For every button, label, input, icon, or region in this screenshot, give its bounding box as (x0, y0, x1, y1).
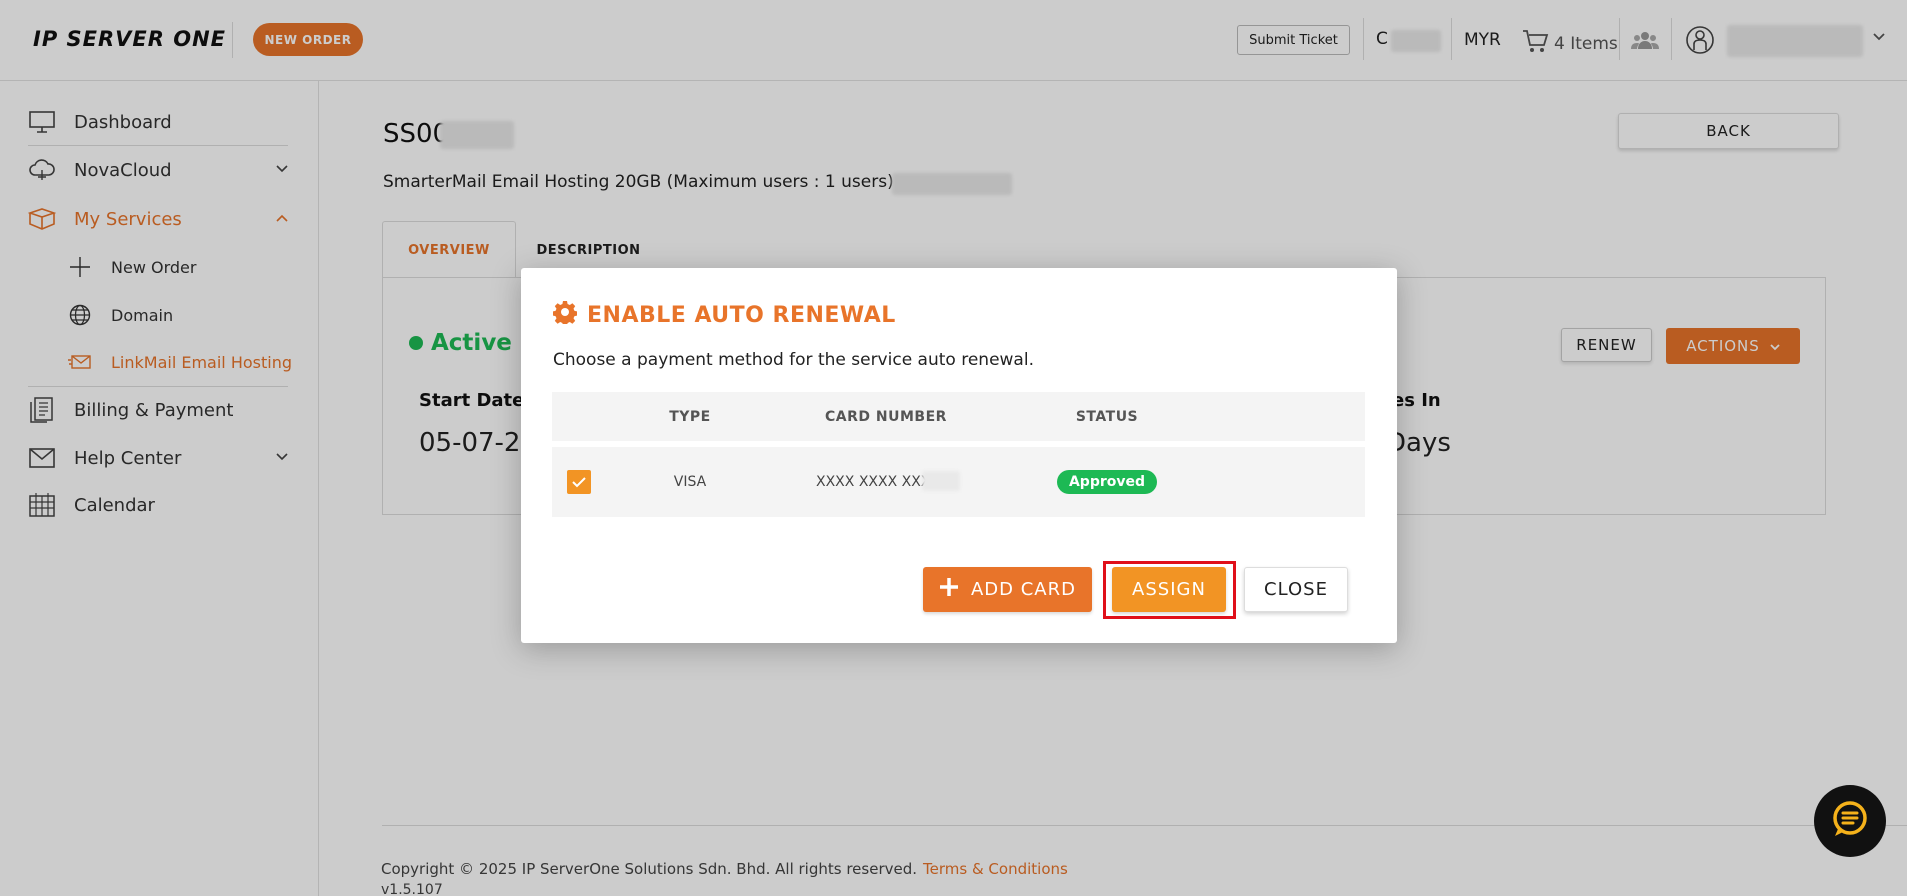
column-header-type: TYPE (669, 408, 711, 425)
close-button[interactable]: CLOSE (1244, 567, 1348, 612)
table-row[interactable]: VISA XXXX XXXX XXXX Approved (552, 447, 1365, 517)
card-status: Approved (1032, 447, 1182, 517)
checkmark-icon (572, 476, 586, 487)
modal-subtitle: Choose a payment method for the service … (553, 350, 1034, 370)
add-card-button[interactable]: ADD CARD (923, 567, 1092, 612)
auto-renewal-modal: ENABLE AUTO RENEWAL Choose a payment met… (521, 268, 1397, 643)
card-last-digits-redacted (922, 471, 960, 491)
payment-methods-table: TYPE CARD NUMBER STATUS VISA XXXX XXXX X… (552, 392, 1365, 517)
plus-icon (939, 577, 959, 602)
gear-icon (552, 300, 578, 330)
column-header-card-number: CARD NUMBER (825, 408, 947, 425)
table-header: TYPE CARD NUMBER STATUS (552, 392, 1365, 441)
add-card-label: ADD CARD (970, 579, 1076, 600)
card-type: VISA (673, 474, 707, 490)
card-select-checkbox[interactable] (567, 470, 591, 494)
assign-button[interactable]: ASSIGN (1112, 567, 1226, 612)
chat-icon (1829, 798, 1871, 844)
column-header-status: STATUS (1075, 408, 1139, 425)
chat-widget-button[interactable] (1814, 785, 1886, 857)
modal-title: ENABLE AUTO RENEWAL (552, 300, 896, 330)
status-badge: Approved (1056, 470, 1158, 494)
modal-title-text: ENABLE AUTO RENEWAL (587, 302, 896, 328)
